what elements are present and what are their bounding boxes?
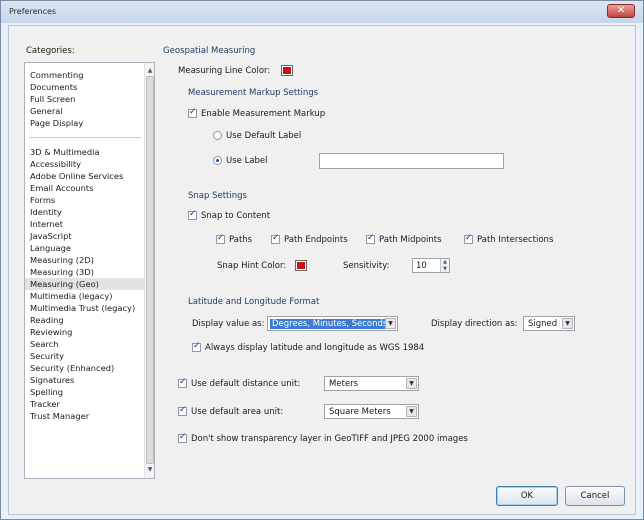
display-value-selected: Degrees, Minutes, Seconds — [270, 319, 390, 329]
category-item[interactable]: Full Screen — [25, 93, 145, 105]
transparency-checkbox[interactable] — [178, 432, 187, 443]
category-item[interactable]: General — [25, 105, 145, 117]
path-endpoints-label: Path Endpoints — [284, 235, 348, 245]
distance-unit-selected: Meters — [329, 379, 359, 389]
display-value-select[interactable]: Degrees, Minutes, Seconds ▼ — [267, 316, 398, 331]
category-item[interactable]: Reading — [25, 314, 145, 326]
categories-scrollbar[interactable]: ▲ ▼ — [144, 63, 154, 478]
category-item[interactable]: Commenting — [25, 69, 145, 81]
snap-hint-color-fill — [297, 262, 305, 269]
path-intersections-label: Path Intersections — [477, 235, 554, 245]
category-item[interactable]: Search — [25, 338, 145, 350]
category-item[interactable]: Trust Manager — [25, 410, 145, 422]
preferences-window: Preferences ✕ Categories: Commenting Docu… — [0, 0, 644, 520]
latlon-section-title: Latitude and Longitude Format — [188, 297, 320, 307]
scroll-up-icon[interactable]: ▲ — [146, 67, 154, 75]
paths-label: Paths — [229, 235, 253, 245]
use-label-radio[interactable] — [213, 156, 222, 165]
category-item[interactable]: Multimedia Trust (legacy) — [25, 302, 145, 314]
scroll-thumb[interactable] — [146, 76, 154, 464]
display-direction-label: Display direction as: — [431, 319, 518, 329]
categories-list[interactable]: Commenting Documents Full Screen General Pag… — [24, 62, 155, 479]
line-color-fill — [283, 67, 291, 74]
paths-checkbox[interactable] — [216, 233, 225, 244]
category-item[interactable]: 3D & Multimedia — [25, 146, 145, 158]
area-unit-checkbox[interactable] — [178, 405, 187, 416]
category-item[interactable]: Internet — [25, 218, 145, 230]
display-value-label: Display value as: — [192, 319, 265, 329]
category-item[interactable]: Forms — [25, 194, 145, 206]
category-item[interactable]: Page Display — [25, 117, 145, 129]
use-default-label-text: Use Default Label — [226, 131, 302, 141]
window-title: Preferences — [9, 7, 57, 16]
category-item[interactable]: Measuring (Geo) — [25, 278, 145, 290]
path-midpoints-checkbox[interactable] — [366, 233, 375, 244]
ok-button[interactable]: OK — [496, 486, 558, 506]
category-item[interactable]: Measuring (2D) — [25, 254, 145, 266]
snap-to-content-checkbox[interactable] — [188, 209, 197, 220]
enable-markup-label: Enable Measurement Markup — [201, 109, 326, 119]
category-separator — [29, 137, 141, 138]
snap-hint-color-swatch[interactable] — [295, 260, 307, 271]
category-item[interactable]: Security (Enhanced) — [25, 362, 145, 374]
category-item[interactable]: Identity — [25, 206, 145, 218]
display-direction-selected: Signed — [528, 319, 558, 329]
category-item[interactable]: Language — [25, 242, 145, 254]
cancel-button[interactable]: Cancel — [565, 486, 625, 506]
sensitivity-value: 10 — [416, 261, 427, 271]
chevron-down-icon[interactable]: ▼ — [406, 406, 417, 417]
use-label-text: Use Label — [226, 156, 268, 166]
snap-section-title: Snap Settings — [188, 191, 247, 201]
always-wgs-checkbox[interactable] — [192, 341, 201, 352]
spinner-arrows-icon[interactable]: ▲ ▼ — [440, 259, 449, 272]
distance-unit-label: Use default distance unit: — [191, 379, 301, 389]
category-item[interactable]: Reviewing — [25, 326, 145, 338]
transparency-label: Don't show transparency layer in GeoTIFF… — [191, 434, 468, 444]
path-midpoints-label: Path Midpoints — [379, 235, 442, 245]
category-item[interactable]: Adobe Online Services — [25, 170, 145, 182]
distance-unit-checkbox[interactable] — [178, 377, 187, 388]
area-unit-selected: Square Meters — [329, 407, 391, 417]
area-unit-select[interactable]: Square Meters ▼ — [324, 404, 419, 419]
category-item[interactable]: JavaScript — [25, 230, 145, 242]
markup-section-title: Measurement Markup Settings — [188, 88, 319, 98]
snap-hint-color-label: Snap Hint Color: — [217, 261, 287, 271]
chevron-down-icon[interactable]: ▼ — [385, 318, 396, 329]
category-item[interactable]: Tracker — [25, 398, 145, 410]
enable-markup-checkbox[interactable] — [188, 107, 197, 118]
category-item[interactable]: Accessibility — [25, 158, 145, 170]
category-item[interactable]: Email Accounts — [25, 182, 145, 194]
line-color-label: Measuring Line Color: — [178, 66, 271, 76]
scroll-down-icon[interactable]: ▼ — [146, 466, 154, 474]
category-item[interactable]: Spelling — [25, 386, 145, 398]
title-bar: Preferences ✕ — [1, 1, 643, 23]
category-item[interactable]: Measuring (3D) — [25, 266, 145, 278]
close-button[interactable]: ✕ — [607, 4, 635, 18]
sensitivity-spinner[interactable]: 10 ▲ ▼ — [412, 258, 450, 273]
label-input[interactable] — [319, 153, 504, 169]
path-intersections-checkbox[interactable] — [464, 233, 473, 244]
chevron-down-icon[interactable]: ▼ — [562, 318, 573, 329]
line-color-swatch[interactable] — [281, 65, 293, 76]
distance-unit-select[interactable]: Meters ▼ — [324, 376, 419, 391]
sensitivity-label: Sensitivity: — [343, 261, 390, 271]
always-wgs-label: Always display latitude and longitude as… — [205, 343, 425, 353]
snap-to-content-label: Snap to Content — [201, 211, 271, 221]
category-item[interactable]: Multimedia (legacy) — [25, 290, 145, 302]
path-endpoints-checkbox[interactable] — [271, 233, 280, 244]
category-item[interactable]: Signatures — [25, 374, 145, 386]
display-direction-select[interactable]: Signed ▼ — [523, 316, 575, 331]
dialog-body: Categories: Commenting Documents Full Scre… — [8, 25, 636, 515]
panel-title: Geospatial Measuring — [163, 46, 256, 56]
category-item[interactable]: Documents — [25, 81, 145, 93]
categories-label: Categories: — [26, 46, 75, 56]
chevron-down-icon[interactable]: ▼ — [406, 378, 417, 389]
use-default-label-radio[interactable] — [213, 131, 222, 140]
area-unit-label: Use default area unit: — [191, 407, 284, 417]
category-item[interactable]: Security — [25, 350, 145, 362]
